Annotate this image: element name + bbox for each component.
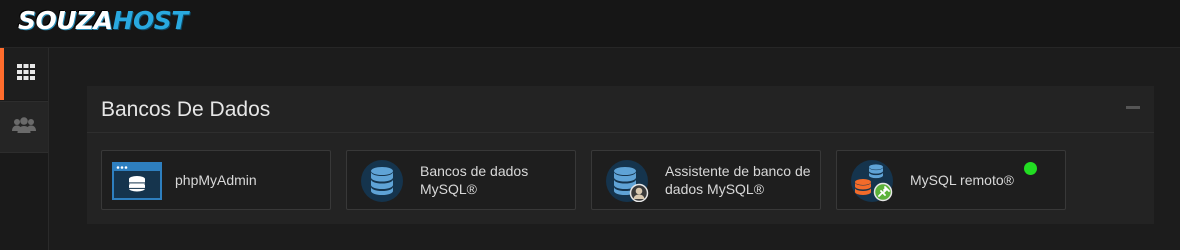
mysql-wizard-icon [602,160,652,203]
tile-remote-mysql[interactable]: MySQL remoto® [836,150,1066,210]
sidebar [0,48,49,250]
tile-phpmyadmin[interactable]: phpMyAdmin [101,150,331,210]
grid-icon [17,63,35,85]
mysql-databases-icon [357,160,407,202]
top-bar: SOUZAHOST [0,0,1180,48]
tile-mysql-wizard[interactable]: Assistente de banco de dados MySQL® [591,150,821,210]
databases-panel: Bancos De Dados phpMyAdmin Bancos de dad… [87,86,1154,224]
tile-label: phpMyAdmin [175,172,257,188]
users-icon [12,116,36,138]
panel-title: Bancos De Dados [101,98,271,121]
tile-mysql-databases[interactable]: Bancos de dados MySQL® [346,150,576,210]
status-indicator-dot [1024,162,1037,175]
tile-label: MySQL remoto® [910,172,1014,188]
collapse-button[interactable] [1126,100,1140,114]
tile-label: Bancos de dados MySQL® [420,163,529,197]
tile-label: Assistente de banco de dados MySQL® [665,163,811,197]
souzahost-logo[interactable]: SOUZAHOST [18,6,188,36]
remote-mysql-icon [847,160,897,202]
panel-header: Bancos De Dados [87,86,1154,133]
sidebar-item-tools[interactable] [0,48,48,100]
phpmyadmin-icon [112,160,162,202]
sidebar-item-users[interactable] [0,101,48,153]
